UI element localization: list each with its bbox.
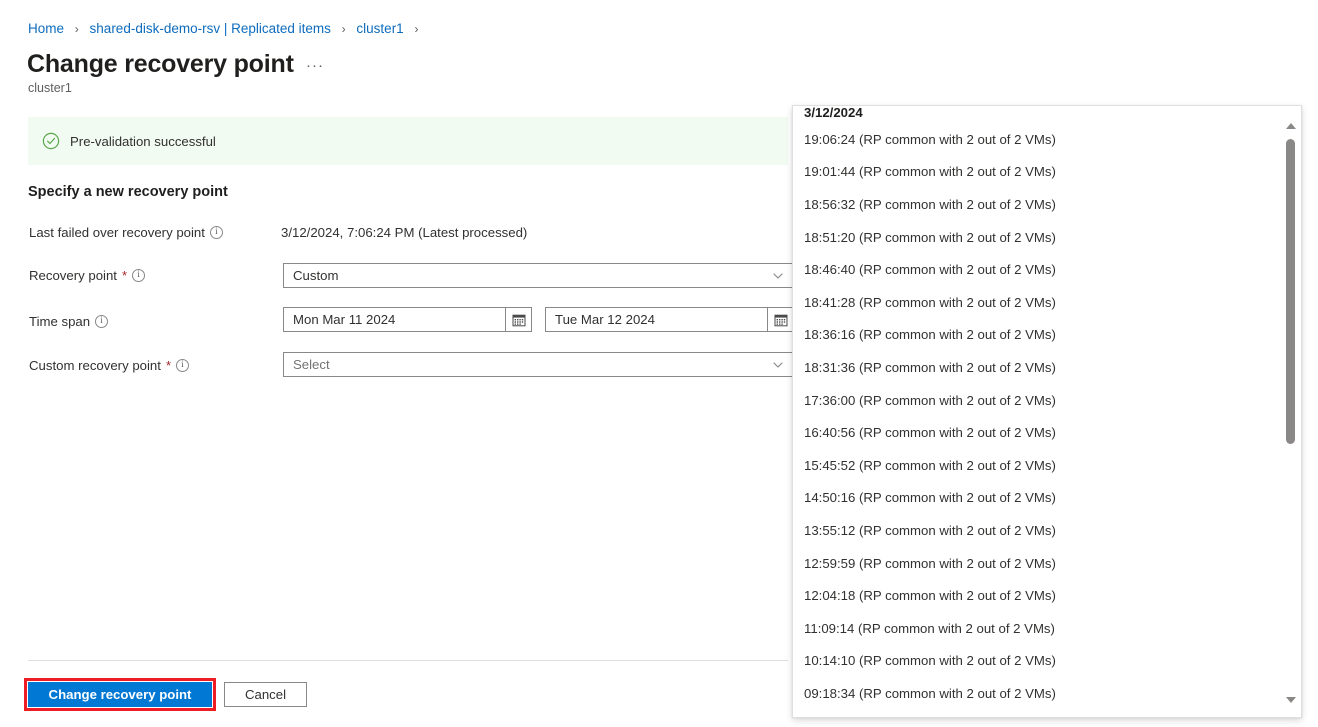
change-recovery-point-button[interactable]: Change recovery point: [28, 682, 212, 707]
dropdown-option[interactable]: 09:18:34 (RP common with 2 out of 2 VMs): [793, 677, 1289, 710]
custom-recovery-point-label: Custom recovery point * i: [29, 358, 189, 373]
time-span-label-text: Time span: [29, 314, 90, 329]
dropdown-option[interactable]: 18:36:16 (RP common with 2 out of 2 VMs): [793, 319, 1289, 352]
dropdown-option[interactable]: 15:45:52 (RP common with 2 out of 2 VMs): [793, 449, 1289, 482]
footer-divider: [28, 660, 788, 661]
time-span-end-input[interactable]: Tue Mar 12 2024: [545, 307, 767, 332]
dropdown-group-header: 3/12/2024: [793, 106, 1289, 123]
calendar-icon-button-start[interactable]: [505, 307, 532, 332]
dropdown-option[interactable]: 10:14:10 (RP common with 2 out of 2 VMs): [793, 645, 1289, 678]
dropdown-option[interactable]: 19:06:24 (RP common with 2 out of 2 VMs): [793, 123, 1289, 156]
custom-recovery-point-label-text: Custom recovery point: [29, 358, 161, 373]
change-recovery-point-blade: Home › shared-disk-demo-rsv | Replicated…: [0, 0, 1318, 727]
page-subtitle: cluster1: [28, 80, 72, 96]
calendar-icon-button-end[interactable]: [767, 307, 794, 332]
section-heading: Specify a new recovery point: [28, 184, 228, 200]
time-span-start-input[interactable]: Mon Mar 11 2024: [283, 307, 505, 332]
breadcrumb-separator-icon: ›: [414, 22, 418, 36]
last-failed-over-value: 3/12/2024, 7:06:24 PM (Latest processed): [281, 225, 527, 240]
more-options-ellipsis-icon[interactable]: ···: [303, 53, 327, 77]
calendar-icon: [512, 313, 526, 327]
time-span-label: Time span i: [29, 314, 108, 329]
last-failed-over-label: Last failed over recovery point i: [29, 225, 223, 240]
custom-recovery-point-value: Select: [293, 357, 772, 372]
custom-recovery-point-dropdown-panel: 3/12/2024 19:06:24 (RP common with 2 out…: [792, 105, 1302, 718]
calendar-icon: [774, 313, 788, 327]
scroll-down-arrow-icon[interactable]: [1285, 694, 1297, 706]
chevron-down-icon: [772, 359, 784, 371]
dropdown-option[interactable]: 18:56:32 (RP common with 2 out of 2 VMs): [793, 188, 1289, 221]
circle-check-icon: [42, 132, 60, 150]
banner-message: Pre-validation successful: [70, 134, 216, 149]
breadcrumb: Home › shared-disk-demo-rsv | Replicated…: [28, 20, 425, 38]
dropdown-option[interactable]: 12:59:59 (RP common with 2 out of 2 VMs): [793, 547, 1289, 580]
dropdown-option[interactable]: 16:40:56 (RP common with 2 out of 2 VMs): [793, 416, 1289, 449]
page-title: Change recovery point: [27, 48, 294, 80]
dropdown-option[interactable]: 18:46:40 (RP common with 2 out of 2 VMs): [793, 253, 1289, 286]
recovery-point-label-text: Recovery point: [29, 268, 117, 283]
info-icon[interactable]: i: [132, 269, 145, 282]
dropdown-option[interactable]: 17:36:00 (RP common with 2 out of 2 VMs): [793, 384, 1289, 417]
dropdown-option[interactable]: 12:04:18 (RP common with 2 out of 2 VMs): [793, 579, 1289, 612]
recovery-point-dropdown[interactable]: Custom: [283, 263, 793, 288]
breadcrumb-item-vault[interactable]: shared-disk-demo-rsv | Replicated items: [90, 21, 331, 36]
dropdown-option[interactable]: 18:31:36 (RP common with 2 out of 2 VMs): [793, 351, 1289, 384]
prevalidation-success-banner: Pre-validation successful: [28, 117, 788, 165]
breadcrumb-separator-icon: ›: [75, 22, 79, 36]
breadcrumb-item-home[interactable]: Home: [28, 21, 64, 36]
dropdown-option[interactable]: 19:01:44 (RP common with 2 out of 2 VMs): [793, 156, 1289, 189]
time-span-end-datepicker[interactable]: Tue Mar 12 2024: [545, 307, 794, 332]
breadcrumb-separator-icon: ›: [342, 22, 346, 36]
required-asterisk: *: [122, 269, 127, 282]
breadcrumb-item-cluster1[interactable]: cluster1: [356, 21, 403, 36]
dropdown-option[interactable]: 11:09:14 (RP common with 2 out of 2 VMs): [793, 612, 1289, 645]
custom-recovery-point-dropdown[interactable]: Select: [283, 352, 793, 377]
time-span-start-datepicker[interactable]: Mon Mar 11 2024: [283, 307, 532, 332]
required-asterisk: *: [166, 359, 171, 372]
dropdown-scrollbar[interactable]: [1283, 106, 1299, 718]
dropdown-option[interactable]: 18:51:20 (RP common with 2 out of 2 VMs): [793, 221, 1289, 254]
info-icon[interactable]: i: [176, 359, 189, 372]
dropdown-option[interactable]: 18:41:28 (RP common with 2 out of 2 VMs): [793, 286, 1289, 319]
chevron-down-icon: [772, 270, 784, 282]
recovery-point-label: Recovery point * i: [29, 268, 145, 283]
dropdown-option[interactable]: 14:50:16 (RP common with 2 out of 2 VMs): [793, 482, 1289, 515]
dropdown-scrollbar-thumb[interactable]: [1286, 139, 1295, 444]
dropdown-option[interactable]: 13:55:12 (RP common with 2 out of 2 VMs): [793, 514, 1289, 547]
recovery-point-value: Custom: [293, 268, 772, 283]
info-icon[interactable]: i: [210, 226, 223, 239]
scroll-up-arrow-icon[interactable]: [1285, 120, 1297, 132]
dropdown-option-list: 3/12/2024 19:06:24 (RP common with 2 out…: [793, 106, 1289, 718]
info-icon[interactable]: i: [95, 315, 108, 328]
cancel-button[interactable]: Cancel: [224, 682, 307, 707]
last-failed-over-label-text: Last failed over recovery point: [29, 225, 205, 240]
